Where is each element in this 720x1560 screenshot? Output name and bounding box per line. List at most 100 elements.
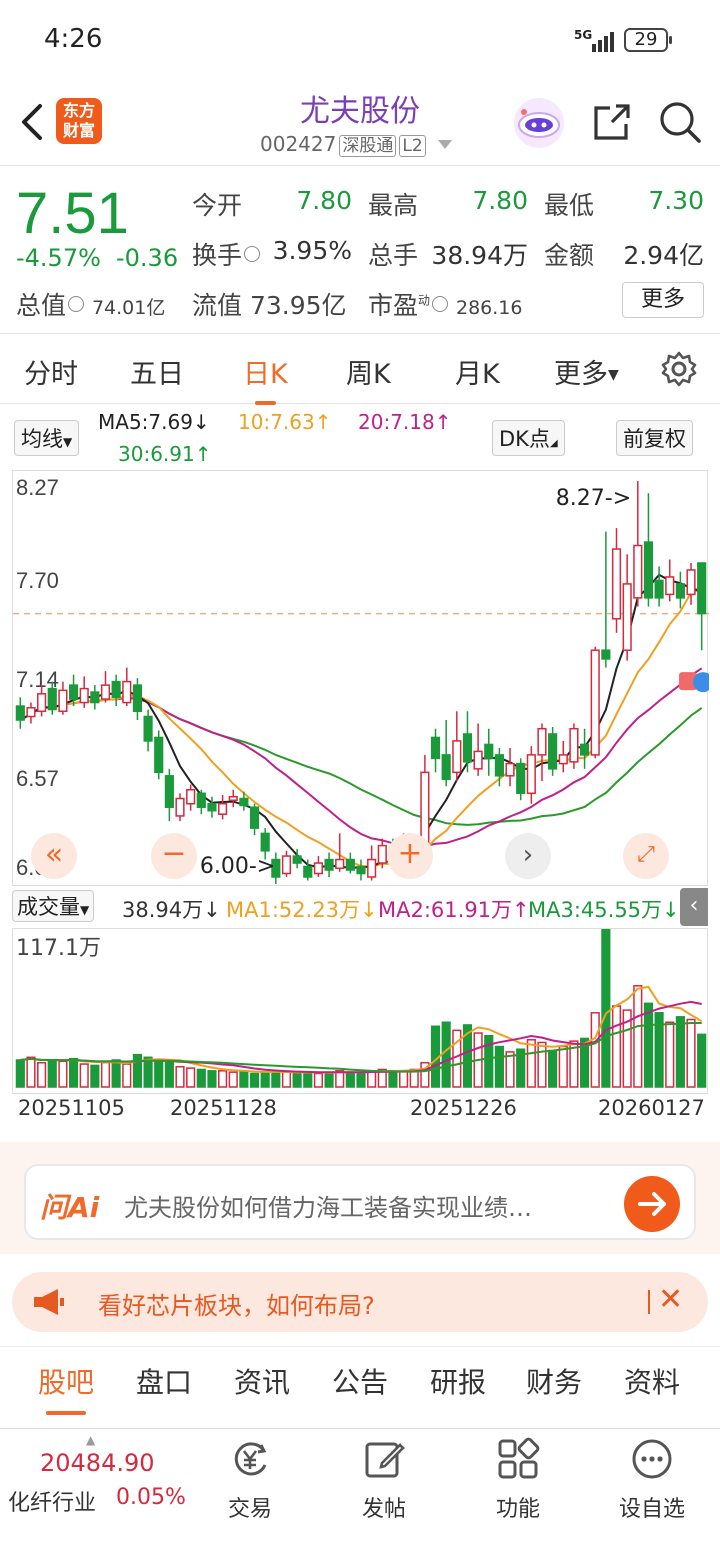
volume-bar bbox=[122, 1063, 132, 1088]
scroll-left-button[interactable]: « bbox=[31, 833, 77, 879]
tab-announcement[interactable]: 公告 bbox=[332, 1361, 388, 1401]
float-label: 流值 73.95亿 bbox=[192, 286, 347, 322]
max-price-label: 8.27-> bbox=[556, 486, 631, 511]
arrow-right-icon bbox=[638, 1192, 666, 1216]
tab-guba[interactable]: 股吧 bbox=[38, 1361, 94, 1415]
volume-bar bbox=[249, 1072, 260, 1088]
ma-selector[interactable]: 均线▼ bbox=[14, 420, 80, 456]
info-icon[interactable] bbox=[244, 246, 261, 262]
ask-ai-box[interactable]: 问Ai 尤夫股份如何借力海工装备实现业绩… bbox=[24, 1164, 696, 1240]
candle-body bbox=[505, 762, 515, 777]
candle-body bbox=[441, 754, 451, 781]
nav-functions[interactable]: 功能 bbox=[468, 1437, 568, 1523]
float-value: 73.95亿 bbox=[249, 291, 347, 320]
battery-icon: 29 bbox=[624, 28, 672, 52]
fq-button[interactable]: 前复权 bbox=[616, 420, 693, 456]
candle-body bbox=[207, 802, 217, 812]
more-button[interactable]: 更多 bbox=[622, 282, 704, 318]
nav-trade[interactable]: 交易 bbox=[200, 1437, 300, 1523]
banner-divider bbox=[648, 1290, 650, 1314]
close-icon[interactable]: ✕ bbox=[658, 1282, 683, 1317]
amount-value: 2.94亿 bbox=[623, 241, 704, 270]
volume-selector[interactable]: 成交量▼ bbox=[12, 890, 95, 922]
pe-sup: 动 bbox=[418, 293, 431, 308]
dropdown-triangle-icon[interactable] bbox=[438, 140, 453, 149]
candle-body bbox=[484, 743, 494, 760]
candle-body bbox=[367, 858, 377, 878]
candle-body bbox=[462, 733, 473, 763]
volume-bar bbox=[345, 1071, 355, 1088]
tab-wuri[interactable]: 五日 bbox=[130, 352, 184, 391]
tab-more[interactable]: 更多▼ bbox=[554, 352, 619, 391]
search-icon[interactable] bbox=[658, 100, 702, 144]
open-label: 今开 bbox=[192, 191, 243, 220]
fullscreen-button[interactable]: ⤢ bbox=[623, 833, 669, 879]
nav-post[interactable]: 发帖 bbox=[334, 1437, 434, 1523]
tab-monthly-k[interactable]: 月K bbox=[455, 352, 500, 391]
content-tabs: 股吧 盘口 资讯 公告 研报 财务 资料 bbox=[0, 1346, 720, 1416]
volume-bar bbox=[367, 1070, 377, 1088]
pe-label: 市盈动 286.16 bbox=[368, 286, 522, 322]
low-value: 7.30 bbox=[648, 186, 704, 215]
tab-weekly-k[interactable]: 周K bbox=[346, 352, 391, 391]
candle-body bbox=[494, 754, 504, 777]
date-label: 20251226 bbox=[410, 1096, 517, 1120]
stock-code: 002427 bbox=[260, 132, 337, 156]
date-label: 20251105 bbox=[18, 1096, 125, 1120]
volume-bar bbox=[26, 1056, 36, 1088]
candle-body bbox=[90, 691, 100, 704]
tab-finance[interactable]: 财务 bbox=[526, 1361, 582, 1401]
volume-bar bbox=[239, 1070, 249, 1088]
pe-value: 286.16 bbox=[455, 297, 523, 319]
tab-pankou[interactable]: 盘口 bbox=[136, 1361, 192, 1401]
nav-functions-label: 功能 bbox=[495, 1497, 540, 1522]
candle-body bbox=[452, 740, 462, 774]
robot-assistant-icon[interactable] bbox=[514, 98, 564, 148]
zoom-out-button[interactable]: − bbox=[151, 833, 197, 879]
volume-chart[interactable]: 117.1万 bbox=[12, 928, 708, 1094]
nav-watchlist[interactable]: 设自选 bbox=[602, 1437, 702, 1523]
collapse-left-icon[interactable]: ‹ bbox=[680, 888, 708, 926]
volume-svg: 117.1万 bbox=[15, 928, 707, 1088]
volume-bar bbox=[68, 1057, 79, 1088]
candle-body bbox=[526, 754, 536, 795]
dk-button[interactable]: DK点◢ bbox=[492, 420, 565, 456]
info-icon[interactable] bbox=[432, 296, 449, 312]
share-icon[interactable] bbox=[590, 102, 632, 144]
high-value: 7.80 bbox=[472, 186, 528, 215]
scroll-right-button[interactable]: › bbox=[505, 833, 551, 879]
grid-apps-icon bbox=[498, 1437, 540, 1479]
candle-body bbox=[228, 796, 238, 801]
volume-bar bbox=[90, 1064, 100, 1088]
tab-profile[interactable]: 资料 bbox=[624, 1361, 680, 1401]
volume-bar bbox=[356, 1071, 366, 1088]
kline-svg: 8.277.707.146.576.008.27->6.00-> bbox=[13, 475, 714, 884]
tab-more-label: 更多 bbox=[554, 359, 608, 390]
quote-panel: 7.51 -4.57% -0.36 今开 7.80 最高 7.80 最低 7.3… bbox=[0, 166, 720, 334]
zoom-in-button[interactable]: + bbox=[387, 833, 433, 879]
candle-body bbox=[622, 583, 632, 651]
vol-ma2: MA2:61.91万↑ bbox=[378, 898, 530, 922]
settings-gear-icon[interactable] bbox=[660, 350, 698, 388]
caret-down-icon: ▼ bbox=[608, 367, 619, 383]
ask-submit-button[interactable] bbox=[624, 1176, 680, 1232]
tab-fenshi[interactable]: 分时 bbox=[24, 352, 78, 391]
ma10-label: 10:7.63↑ bbox=[238, 410, 332, 434]
tab-daily-k[interactable]: 日K bbox=[243, 352, 288, 405]
y-axis-label: 8.27 bbox=[16, 475, 59, 500]
turnover-label: 换手 bbox=[192, 236, 261, 272]
ask-ai-question[interactable]: 尤夫股份如何借力海工装备实现业绩… bbox=[124, 1188, 604, 1223]
tab-news[interactable]: 资讯 bbox=[234, 1361, 290, 1401]
kline-chart[interactable]: 8.277.707.146.576.008.27->6.00-> « − + ›… bbox=[12, 470, 714, 886]
tab-research[interactable]: 研报 bbox=[430, 1361, 486, 1401]
candle-body bbox=[68, 684, 79, 700]
candle-body bbox=[548, 733, 558, 770]
candle-body bbox=[58, 689, 68, 713]
volume-bar bbox=[505, 1051, 515, 1088]
promo-banner[interactable]: 看好芯片板块，如何布局? ✕ bbox=[12, 1272, 708, 1332]
volume-bar bbox=[47, 1059, 57, 1088]
candle-body bbox=[516, 762, 526, 795]
candle-body bbox=[281, 855, 292, 875]
dk-label: DK点 bbox=[499, 427, 550, 451]
info-icon[interactable] bbox=[68, 296, 85, 312]
